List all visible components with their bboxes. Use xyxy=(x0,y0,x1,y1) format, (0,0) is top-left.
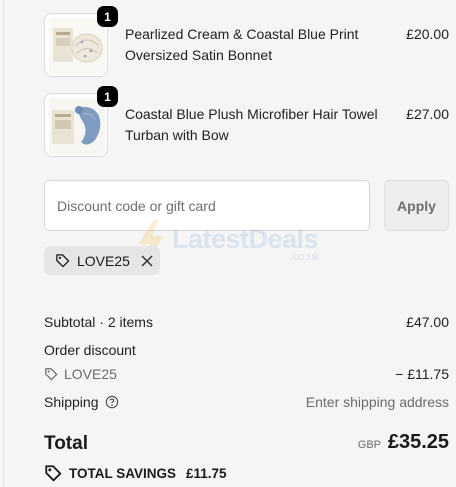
order-summary-panel: 1 Pearlized Cream & Coastal Blue Print O… xyxy=(3,0,456,487)
product-price: £20.00 xyxy=(406,26,449,42)
discount-code-row: LOVE25 − £11.75 xyxy=(44,366,449,382)
order-discount-row: Order discount xyxy=(44,342,449,358)
applied-code-label: LOVE25 xyxy=(77,252,130,269)
tag-icon xyxy=(55,253,70,268)
quantity-badge: 1 xyxy=(97,6,118,27)
product-thumbnail: 1 xyxy=(44,6,118,77)
product-name: Coastal Blue Plush Microfiber Hair Towel… xyxy=(125,106,378,143)
shipping-value: Enter shipping address xyxy=(305,394,449,410)
subtotal-label: Subtotal · 2 items xyxy=(44,314,153,330)
quantity-badge: 1 xyxy=(97,86,118,107)
total-row: Total GBP £35.25 xyxy=(44,430,449,458)
cart-item: 1 Coastal Blue Plush Microfiber Hair Tow… xyxy=(44,86,449,159)
hair-towel-product-image xyxy=(49,98,105,154)
tag-icon xyxy=(44,367,58,381)
total-savings: TOTAL SAVINGS £11.75 xyxy=(44,464,227,482)
discount-code-label: LOVE25 xyxy=(64,366,117,382)
subtotal-value: £47.00 xyxy=(406,314,449,330)
product-price: £27.00 xyxy=(406,106,449,122)
watermark-sub: .co.uk xyxy=(290,251,320,263)
total-value: £35.25 xyxy=(387,431,449,453)
applied-discount-chip: LOVE25 xyxy=(44,246,160,275)
savings-label: TOTAL SAVINGS xyxy=(69,465,177,481)
savings-value: £11.75 xyxy=(186,465,227,481)
subtotal-row: Subtotal · 2 items £47.00 xyxy=(44,314,449,330)
apply-button[interactable]: Apply xyxy=(384,180,449,231)
shipping-row: Shipping Enter shipping address xyxy=(44,394,449,410)
total-label: Total xyxy=(44,433,88,454)
product-thumbnail: 1 xyxy=(44,86,118,157)
shipping-label: Shipping xyxy=(44,394,99,410)
order-discount-label: Order discount xyxy=(44,342,136,358)
cart-item: 1 Pearlized Cream & Coastal Blue Print O… xyxy=(44,6,449,79)
close-icon[interactable] xyxy=(139,253,155,269)
currency-label: GBP xyxy=(357,439,381,451)
discount-code-input[interactable] xyxy=(44,180,370,231)
satin-bonnet-product-image xyxy=(49,18,105,74)
tag-icon xyxy=(44,464,62,482)
product-name: Pearlized Cream & Coastal Blue Print Ove… xyxy=(125,26,359,63)
help-icon[interactable] xyxy=(105,395,119,409)
discount-value: − £11.75 xyxy=(395,366,449,382)
